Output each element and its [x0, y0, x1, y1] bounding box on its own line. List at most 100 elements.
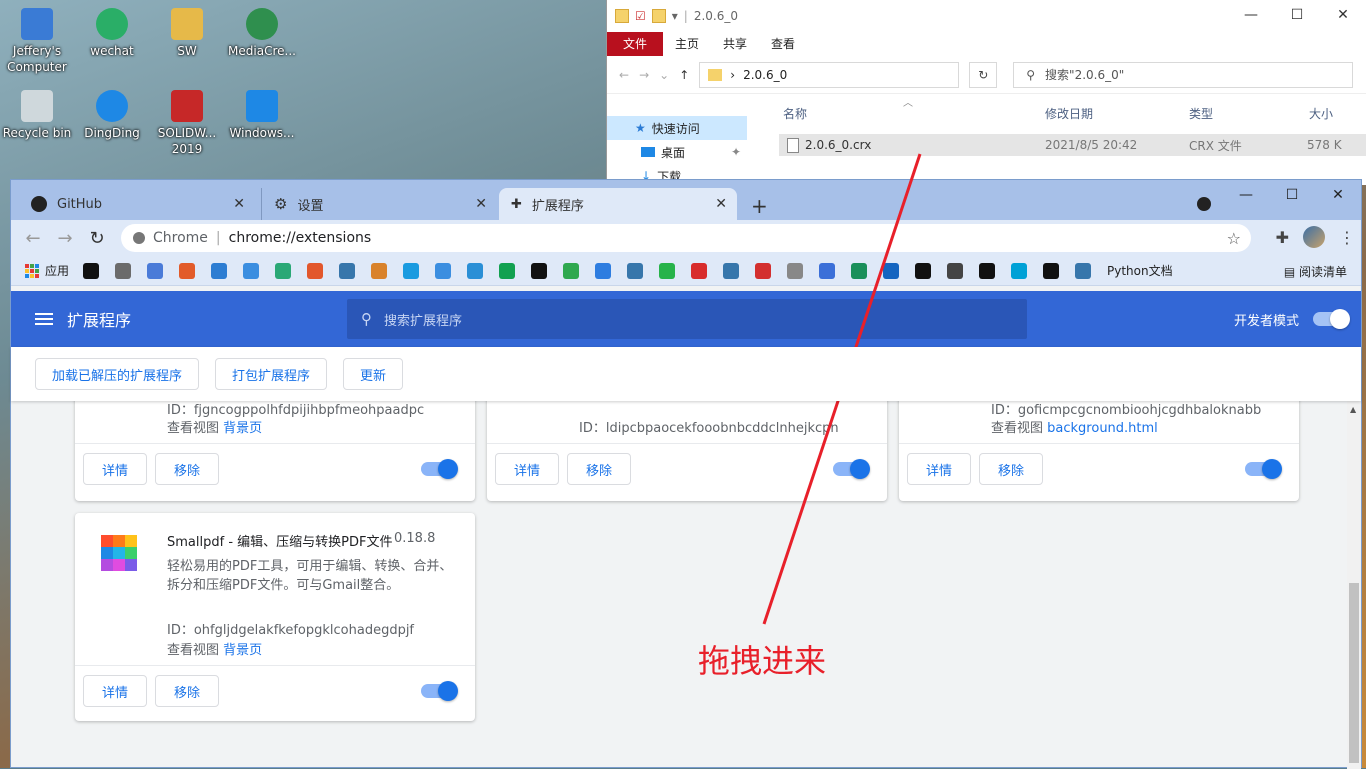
close-tab-icon[interactable]: ✕ — [715, 196, 727, 212]
bookmark-favicon-icon[interactable] — [83, 262, 100, 279]
bookmark-favicon-icon[interactable] — [883, 262, 900, 279]
bookmark-favicon-icon[interactable] — [691, 262, 708, 279]
new-tab-button[interactable]: + — [751, 194, 768, 218]
omnibox[interactable]: Chrome | chrome://extensions ☆ — [121, 224, 1251, 252]
close-tab-icon[interactable]: ✕ — [233, 196, 245, 212]
explorer-search-box[interactable]: ⚲ 搜索"2.0.6_0" — [1013, 61, 1354, 88]
new-folder-icon[interactable] — [651, 9, 666, 23]
bookmark-favicon-icon[interactable] — [147, 262, 164, 279]
close-tab-icon[interactable]: ✕ — [475, 196, 487, 212]
pack-extension-button[interactable]: 打包扩展程序 — [215, 358, 328, 390]
bookmark-favicon-icon[interactable] — [339, 262, 356, 279]
ribbon-tab-view[interactable]: 查看 — [759, 32, 807, 56]
bookmark-favicon-icon[interactable] — [563, 262, 580, 279]
bookmark-favicon-icon[interactable] — [115, 262, 132, 279]
dev-mode-toggle[interactable] — [1313, 309, 1350, 329]
forward-arrow-icon[interactable]: → — [639, 68, 649, 82]
hamburger-menu-icon[interactable] — [35, 313, 53, 325]
extensions-puzzle-icon[interactable]: ✚ — [1276, 228, 1289, 247]
enable-toggle[interactable] — [421, 681, 458, 701]
file-name[interactable]: 2.0.6_0.crx — [805, 138, 871, 152]
details-button[interactable]: 详情 — [907, 453, 972, 485]
desktop-icon-wechat[interactable]: wechat — [77, 8, 147, 59]
remove-button[interactable]: 移除 — [567, 453, 632, 485]
desktop-icon-solidworks[interactable]: SOLIDW... 2019 — [152, 90, 222, 157]
details-button[interactable]: 详情 — [495, 453, 560, 485]
close-button[interactable]: ✕ — [1320, 0, 1366, 30]
bookmark-favicon-icon[interactable] — [787, 262, 804, 279]
refresh-button[interactable]: ↻ — [969, 61, 998, 88]
bookmark-favicon-icon[interactable] — [499, 262, 516, 279]
ribbon-tab-share[interactable]: 共享 — [711, 32, 759, 56]
nav-item-quick-access[interactable]: ★ 快速访问 — [607, 116, 747, 140]
tab-settings[interactable]: ⚙ 设置 ✕ — [261, 188, 497, 220]
nav-item-desktop[interactable]: 桌面 ✦ — [607, 140, 747, 164]
details-button[interactable]: 详情 — [83, 453, 148, 485]
ribbon-tab-file[interactable]: 文件 — [607, 32, 664, 56]
tab-github[interactable]: GitHub ✕ — [19, 188, 255, 220]
bookmark-star-icon[interactable]: ☆ — [1227, 229, 1241, 248]
bookmark-favicon-icon[interactable] — [371, 262, 388, 279]
extensions-search-input[interactable]: ⚲ 搜索扩展程序 — [347, 299, 1027, 339]
column-type[interactable]: 类型 — [1189, 105, 1213, 122]
bookmark-favicon-icon[interactable] — [1011, 262, 1028, 279]
reload-icon[interactable]: ↻ — [81, 228, 113, 249]
bookmark-favicon-icon[interactable] — [1043, 262, 1060, 279]
bookmark-favicon-icon[interactable] — [243, 262, 260, 279]
minimize-button[interactable]: — — [1228, 0, 1274, 30]
load-unpacked-button[interactable]: 加载已解压的扩展程序 — [35, 358, 200, 390]
bookmark-favicon-icon[interactable] — [403, 262, 420, 279]
bookmark-favicon-icon[interactable] — [307, 262, 324, 279]
maximize-button[interactable]: ☐ — [1274, 0, 1320, 30]
customize-toolbar-icon[interactable]: ▾ — [672, 9, 678, 23]
bookmark-favicon-icon[interactable] — [723, 262, 740, 279]
desktop-icon-sw[interactable]: SW — [152, 8, 222, 59]
bookmark-favicon-icon[interactable] — [659, 262, 676, 279]
bookmark-python-docs[interactable]: Python文档 — [1107, 262, 1173, 279]
apps-shortcut[interactable]: 应用 — [45, 262, 69, 279]
ribbon-tab-home[interactable]: 主页 — [663, 32, 711, 56]
column-size[interactable]: 大小 — [1309, 105, 1333, 122]
reading-list-button[interactable]: ▤ 阅读清单 — [1284, 263, 1347, 280]
bookmark-favicon-icon[interactable] — [1075, 262, 1092, 279]
bookmark-favicon-icon[interactable] — [467, 262, 484, 279]
update-button[interactable]: 更新 — [343, 358, 404, 390]
bookmark-favicon-icon[interactable] — [819, 262, 836, 279]
bookmark-favicon-icon[interactable] — [179, 262, 196, 279]
properties-icon[interactable]: ☑ — [635, 9, 646, 23]
avatar[interactable] — [1303, 226, 1325, 248]
column-modified[interactable]: 修改日期 — [1045, 105, 1093, 122]
column-name[interactable]: 名称 — [783, 105, 807, 122]
bookmark-favicon-icon[interactable] — [915, 262, 932, 279]
file-row[interactable]: 2.0.6_0.crx 2021/8/5 20:42 CRX 文件 578 K — [779, 134, 1366, 156]
recent-chevron-icon[interactable]: ⌄ — [659, 68, 669, 82]
back-arrow-icon[interactable]: ← — [17, 228, 49, 249]
desktop-icon-computer[interactable]: Jeffery's Computer — [2, 8, 72, 75]
bookmark-favicon-icon[interactable] — [979, 262, 996, 279]
enable-toggle[interactable] — [1245, 459, 1282, 479]
scroll-up-icon[interactable]: ▲ — [1350, 405, 1356, 414]
desktop-icon-dingding[interactable]: DingDing — [77, 90, 147, 141]
bookmark-favicon-icon[interactable] — [947, 262, 964, 279]
remove-button[interactable]: 移除 — [979, 453, 1044, 485]
page-scrollbar[interactable]: ▲ — [1347, 401, 1361, 769]
back-arrow-icon[interactable]: ← — [619, 68, 629, 82]
tab-extensions[interactable]: ✚ 扩展程序 ✕ — [499, 188, 737, 220]
inspect-link[interactable]: background.html — [1047, 421, 1158, 436]
desktop-icon-recycle-bin[interactable]: Recycle bin — [2, 90, 72, 141]
maximize-button[interactable]: ☐ — [1269, 180, 1315, 210]
bookmark-favicon-icon[interactable] — [211, 262, 228, 279]
bookmark-favicon-icon[interactable] — [755, 262, 772, 279]
close-button[interactable]: ✕ — [1315, 180, 1361, 210]
forward-arrow-icon[interactable]: → — [49, 228, 81, 249]
details-button[interactable]: 详情 — [83, 675, 148, 707]
desktop-icon-media-creation[interactable]: MediaCre... — [227, 8, 297, 59]
bookmark-favicon-icon[interactable] — [627, 262, 644, 279]
remove-button[interactable]: 移除 — [155, 675, 220, 707]
bookmark-favicon-icon[interactable] — [275, 262, 292, 279]
enable-toggle[interactable] — [833, 459, 870, 479]
bookmark-favicon-icon[interactable] — [851, 262, 868, 279]
desktop-icon-windows[interactable]: Windows... — [227, 90, 297, 141]
inspect-link[interactable]: 背景页 — [223, 643, 262, 658]
bookmark-favicon-icon[interactable] — [595, 262, 612, 279]
